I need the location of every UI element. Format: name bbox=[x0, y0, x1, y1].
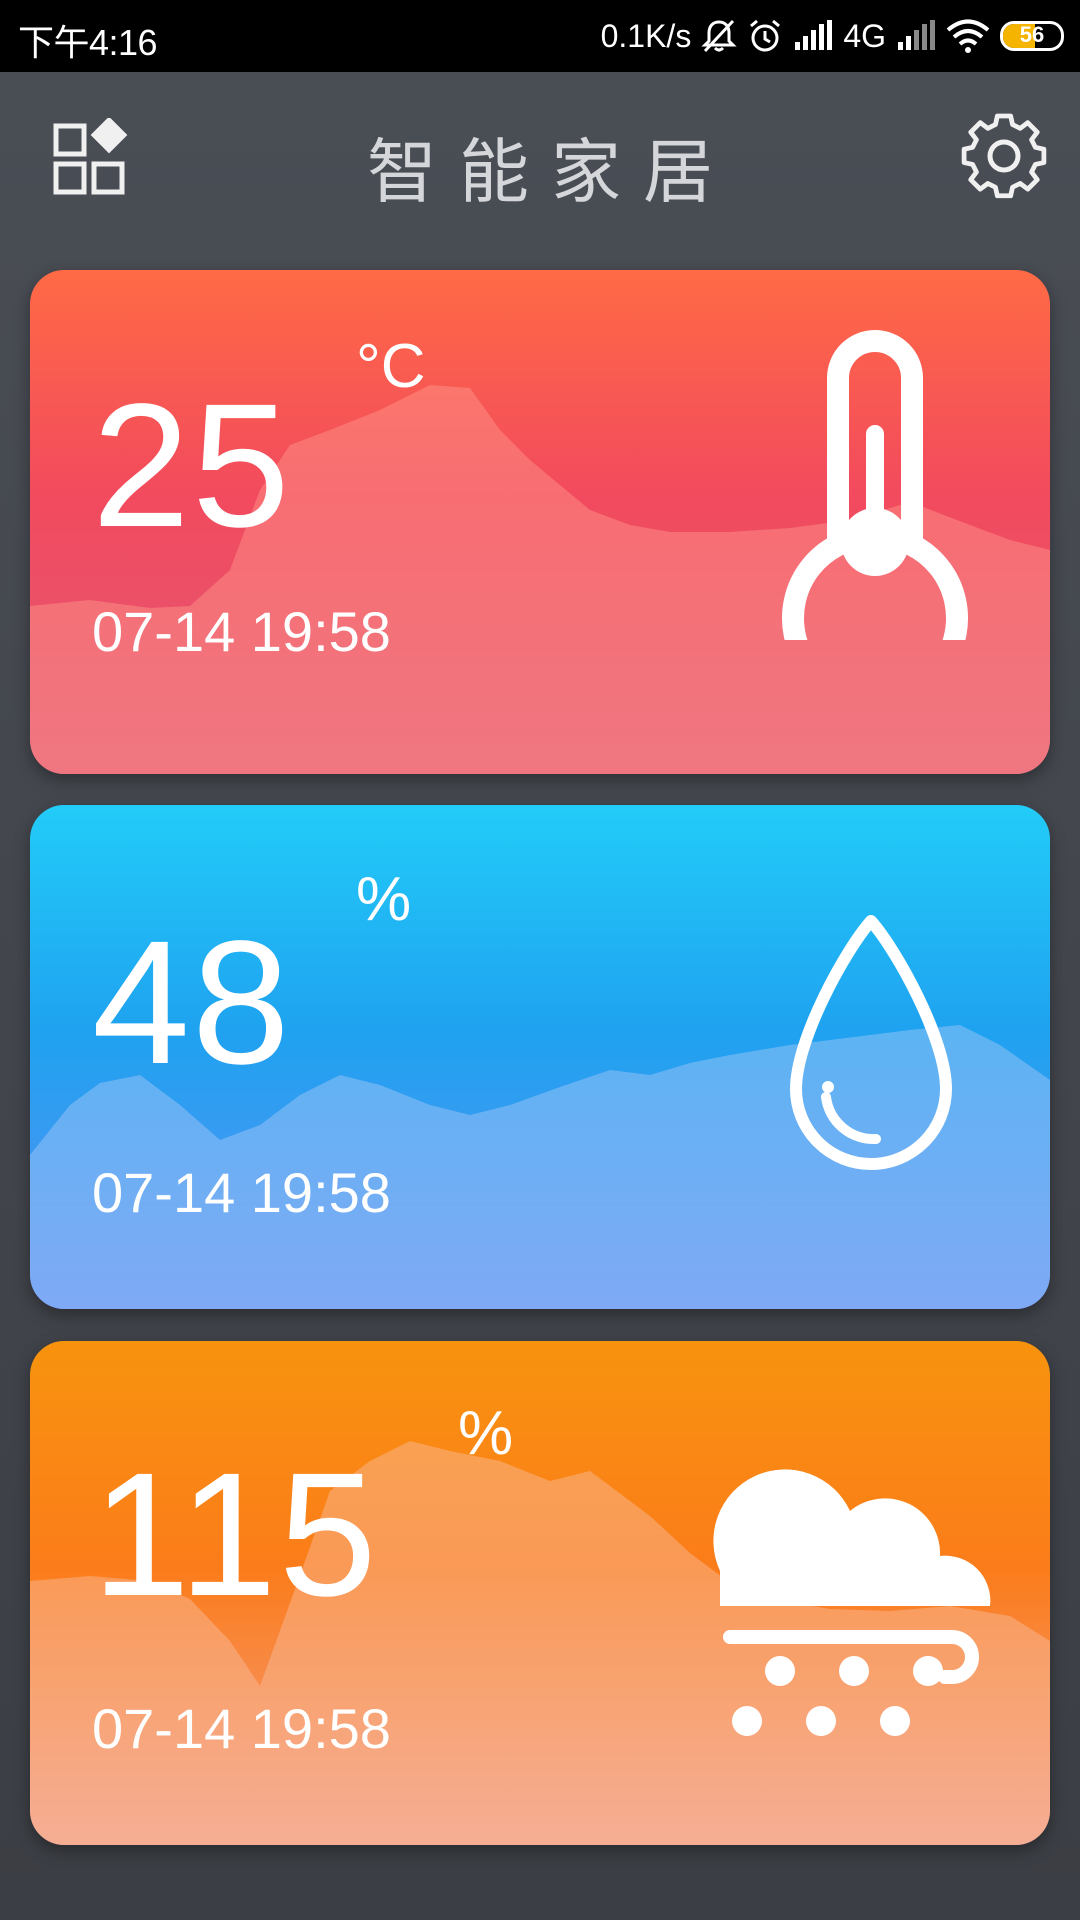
app-header: 智能家居 bbox=[0, 72, 1080, 242]
weather-unit: % bbox=[458, 1399, 514, 1468]
snow-cloud-icon bbox=[713, 1469, 991, 1736]
status-time: 下午4:16 bbox=[18, 22, 158, 63]
status-bar: 下午4:16 0.1K/s 4G 56 bbox=[0, 0, 1080, 72]
page-title: 智能家居 bbox=[367, 131, 735, 213]
status-indicators: 0.1K/s 4G 56 bbox=[601, 12, 1064, 60]
signal-icon bbox=[898, 20, 935, 50]
signal-icon bbox=[795, 20, 833, 50]
battery-icon: 56 bbox=[1000, 21, 1064, 51]
settings-icon[interactable] bbox=[960, 112, 1048, 200]
temperature-date: 07-14 19:58 bbox=[92, 600, 391, 663]
mute-icon bbox=[701, 19, 737, 53]
net-speed: 0.1K/s bbox=[600, 17, 692, 54]
wifi-icon bbox=[946, 19, 990, 53]
alarm-icon bbox=[750, 19, 781, 52]
humidity-unit: % bbox=[356, 865, 412, 934]
humidity-date: 07-14 19:58 bbox=[92, 1161, 391, 1224]
water-drop-icon bbox=[790, 915, 952, 1170]
temperature-value: 25 bbox=[92, 368, 292, 564]
weather-card[interactable]: 115 % 07-14 19:58 bbox=[30, 1341, 1050, 1845]
humidity-card[interactable]: 48 % 07-14 19:58 bbox=[30, 805, 1050, 1309]
temperature-card[interactable]: 25 °C 07-14 19:58 bbox=[30, 270, 1050, 774]
weather-date: 07-14 19:58 bbox=[92, 1697, 391, 1760]
battery-text: 56 bbox=[1019, 22, 1045, 47]
network-type: 4G bbox=[843, 17, 886, 54]
humidity-value: 48 bbox=[92, 905, 292, 1101]
thermometer-icon bbox=[782, 330, 968, 640]
weather-value: 115 bbox=[92, 1437, 379, 1633]
temperature-unit: °C bbox=[356, 332, 426, 401]
